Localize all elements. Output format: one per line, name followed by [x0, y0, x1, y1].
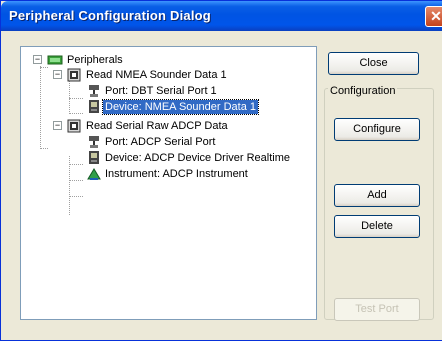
- task-icon: [67, 119, 81, 133]
- tree-connector: [69, 180, 83, 181]
- tree-node-label: Instrument: ADCP Instrument: [105, 168, 248, 180]
- serial-port-icon: [87, 84, 101, 98]
- tree-connector: [40, 66, 41, 149]
- tree-node-label: Device: ADCP Device Driver Realtime: [105, 152, 291, 164]
- title-bar[interactable]: Peripheral Configuration Dialog ✕: [1, 1, 442, 31]
- configure-button[interactable]: Configure: [334, 118, 420, 141]
- collapse-icon[interactable]: −: [53, 70, 62, 79]
- window-title: Peripheral Configuration Dialog: [9, 8, 211, 23]
- serial-port-icon: [87, 135, 101, 149]
- tree-connector: [69, 98, 83, 99]
- tree-node-label: Peripherals: [67, 54, 123, 66]
- window-close-icon[interactable]: ✕: [425, 6, 442, 27]
- tree-node-label: Read NMEA Sounder Data 1: [86, 69, 227, 81]
- device-icon: [87, 151, 101, 165]
- peripheral-tree[interactable]: − Peripherals − Read NMEA Sounder Data 1…: [20, 46, 317, 320]
- tree-connector: [40, 67, 48, 68]
- dialog-window: Peripheral Configuration Dialog ✕ − Peri…: [0, 0, 442, 341]
- collapse-icon[interactable]: −: [33, 55, 42, 64]
- instrument-icon: [87, 167, 101, 181]
- add-button[interactable]: Add: [334, 184, 420, 207]
- tree-node-label: Read Serial Raw ADCP Data: [86, 120, 228, 132]
- tree-connector: [69, 113, 83, 114]
- test-port-button[interactable]: Test Port: [334, 298, 420, 321]
- device-icon: [87, 100, 101, 114]
- tree-node-label-selected: Device: NMEA Sounder Data 1: [101, 99, 260, 115]
- peripherals-icon: [47, 53, 63, 67]
- tree-node-label: Port: DBT Serial Port 1: [105, 85, 217, 97]
- tree-connector: [40, 148, 48, 149]
- close-button[interactable]: Close: [328, 52, 419, 75]
- delete-button[interactable]: Delete: [334, 215, 420, 238]
- tree-connector: [69, 164, 83, 165]
- tree-connector: [69, 196, 83, 197]
- tree-node-label: Port: ADCP Serial Port: [105, 136, 216, 148]
- task-icon: [67, 68, 81, 82]
- configuration-group-label: Configuration: [328, 84, 398, 98]
- collapse-icon[interactable]: −: [53, 121, 62, 130]
